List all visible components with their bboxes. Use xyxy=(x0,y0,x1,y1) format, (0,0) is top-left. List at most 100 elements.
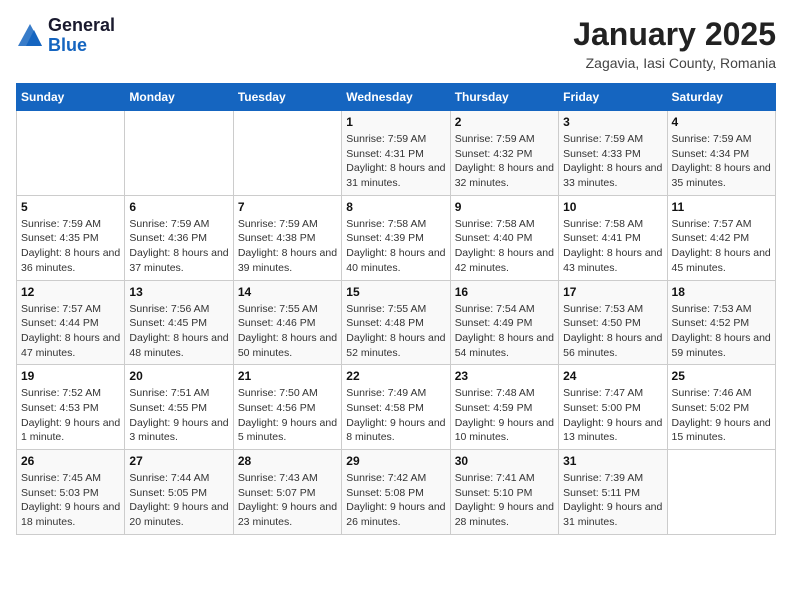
week-row-3: 12Sunrise: 7:57 AMSunset: 4:44 PMDayligh… xyxy=(17,280,776,365)
day-info: Sunrise: 7:56 AMSunset: 4:45 PMDaylight:… xyxy=(129,302,228,361)
day-number: 17 xyxy=(563,285,662,299)
day-info: Sunrise: 7:55 AMSunset: 4:46 PMDaylight:… xyxy=(238,302,337,361)
day-number: 29 xyxy=(346,454,445,468)
day-number: 8 xyxy=(346,200,445,214)
day-number: 5 xyxy=(21,200,120,214)
day-info: Sunrise: 7:39 AMSunset: 5:11 PMDaylight:… xyxy=(563,471,662,530)
calendar-cell: 16 Sunrise: 7:54 AMSunset: 4:49 PMDayligh… xyxy=(450,280,558,365)
calendar-header: SundayMondayTuesdayWednesdayThursdayFrid… xyxy=(17,84,776,111)
day-info: Sunrise: 7:59 AMSunset: 4:35 PMDaylight:… xyxy=(21,217,120,276)
calendar-cell xyxy=(17,111,125,196)
header-row: SundayMondayTuesdayWednesdayThursdayFrid… xyxy=(17,84,776,111)
day-info: Sunrise: 7:54 AMSunset: 4:49 PMDaylight:… xyxy=(455,302,554,361)
day-info: Sunrise: 7:43 AMSunset: 5:07 PMDaylight:… xyxy=(238,471,337,530)
calendar-cell: 10Sunrise: 7:58 AMSunset: 4:41 PMDayligh… xyxy=(559,195,667,280)
day-info: Sunrise: 7:57 AMSunset: 4:42 PMDaylight:… xyxy=(672,217,771,276)
day-info: Sunrise: 7:59 AMSunset: 4:33 PMDaylight:… xyxy=(563,132,662,191)
day-number: 9 xyxy=(455,200,554,214)
day-info: Sunrise: 7:52 AMSunset: 4:53 PMDaylight:… xyxy=(21,386,120,445)
week-row-5: 26 Sunrise: 7:45 AMSunset: 5:03 PMDayligh… xyxy=(17,450,776,535)
calendar-cell xyxy=(667,450,775,535)
day-number: 18 xyxy=(672,285,771,299)
week-row-1: 1 Sunrise: 7:59 AMSunset: 4:31 PMDaylight… xyxy=(17,111,776,196)
calendar-cell: 30Sunrise: 7:41 AMSunset: 5:10 PMDayligh… xyxy=(450,450,558,535)
calendar-cell: 27 Sunrise: 7:44 AMSunset: 5:05 PMDayligh… xyxy=(125,450,233,535)
day-info: Sunrise: 7:53 AMSunset: 4:52 PMDaylight:… xyxy=(672,302,771,361)
day-info: Sunrise: 7:50 AMSunset: 4:56 PMDaylight:… xyxy=(238,386,337,445)
day-number: 2 xyxy=(455,115,554,129)
calendar-cell: 3 Sunrise: 7:59 AMSunset: 4:33 PMDaylight… xyxy=(559,111,667,196)
week-row-2: 5 Sunrise: 7:59 AMSunset: 4:35 PMDaylight… xyxy=(17,195,776,280)
calendar-cell: 12Sunrise: 7:57 AMSunset: 4:44 PMDayligh… xyxy=(17,280,125,365)
calendar-cell: 8 Sunrise: 7:58 AMSunset: 4:39 PMDaylight… xyxy=(342,195,450,280)
calendar-cell: 6 Sunrise: 7:59 AMSunset: 4:36 PMDaylight… xyxy=(125,195,233,280)
day-number: 28 xyxy=(238,454,337,468)
calendar-cell: 2 Sunrise: 7:59 AMSunset: 4:32 PMDaylight… xyxy=(450,111,558,196)
day-number: 6 xyxy=(129,200,228,214)
calendar-cell: 17 Sunrise: 7:53 AMSunset: 4:50 PMDayligh… xyxy=(559,280,667,365)
day-info: Sunrise: 7:47 AMSunset: 5:00 PMDaylight:… xyxy=(563,386,662,445)
calendar-cell xyxy=(233,111,341,196)
calendar-cell: 23 Sunrise: 7:48 AMSunset: 4:59 PMDayligh… xyxy=(450,365,558,450)
day-info: Sunrise: 7:45 AMSunset: 5:03 PMDaylight:… xyxy=(21,471,120,530)
day-number: 15 xyxy=(346,285,445,299)
week-row-4: 19 Sunrise: 7:52 AMSunset: 4:53 PMDayligh… xyxy=(17,365,776,450)
day-info: Sunrise: 7:44 AMSunset: 5:05 PMDaylight:… xyxy=(129,471,228,530)
calendar-cell: 22Sunrise: 7:49 AMSunset: 4:58 PMDayligh… xyxy=(342,365,450,450)
header-day-sunday: Sunday xyxy=(17,84,125,111)
day-info: Sunrise: 7:59 AMSunset: 4:31 PMDaylight:… xyxy=(346,132,445,191)
day-info: Sunrise: 7:59 AMSunset: 4:36 PMDaylight:… xyxy=(129,217,228,276)
day-info: Sunrise: 7:58 AMSunset: 4:39 PMDaylight:… xyxy=(346,217,445,276)
calendar-cell: 1 Sunrise: 7:59 AMSunset: 4:31 PMDaylight… xyxy=(342,111,450,196)
day-number: 20 xyxy=(129,369,228,383)
header-day-thursday: Thursday xyxy=(450,84,558,111)
day-number: 26 xyxy=(21,454,120,468)
calendar-cell: 9Sunrise: 7:58 AMSunset: 4:40 PMDaylight… xyxy=(450,195,558,280)
day-number: 27 xyxy=(129,454,228,468)
calendar-cell xyxy=(125,111,233,196)
calendar-cell: 24 Sunrise: 7:47 AMSunset: 5:00 PMDayligh… xyxy=(559,365,667,450)
calendar-cell: 29 Sunrise: 7:42 AMSunset: 5:08 PMDayligh… xyxy=(342,450,450,535)
day-info: Sunrise: 7:42 AMSunset: 5:08 PMDaylight:… xyxy=(346,471,445,530)
calendar-table: SundayMondayTuesdayWednesdayThursdayFrid… xyxy=(16,83,776,535)
calendar-cell: 28 Sunrise: 7:43 AMSunset: 5:07 PMDayligh… xyxy=(233,450,341,535)
day-number: 19 xyxy=(21,369,120,383)
day-number: 12 xyxy=(21,285,120,299)
day-number: 13 xyxy=(129,285,228,299)
day-info: Sunrise: 7:41 AMSunset: 5:10 PMDaylight:… xyxy=(455,471,554,530)
day-info: Sunrise: 7:51 AMSunset: 4:55 PMDaylight:… xyxy=(129,386,228,445)
calendar-body: 1 Sunrise: 7:59 AMSunset: 4:31 PMDaylight… xyxy=(17,111,776,535)
calendar-cell: 13 Sunrise: 7:56 AMSunset: 4:45 PMDayligh… xyxy=(125,280,233,365)
logo: General Blue xyxy=(16,16,115,56)
day-info: Sunrise: 7:59 AMSunset: 4:38 PMDaylight:… xyxy=(238,217,337,276)
day-number: 21 xyxy=(238,369,337,383)
calendar-cell: 31Sunrise: 7:39 AMSunset: 5:11 PMDayligh… xyxy=(559,450,667,535)
day-number: 24 xyxy=(563,369,662,383)
calendar-cell: 4Sunrise: 7:59 AMSunset: 4:34 PMDaylight… xyxy=(667,111,775,196)
day-number: 16 xyxy=(455,285,554,299)
calendar-cell: 18 Sunrise: 7:53 AMSunset: 4:52 PMDayligh… xyxy=(667,280,775,365)
day-info: Sunrise: 7:55 AMSunset: 4:48 PMDaylight:… xyxy=(346,302,445,361)
header-day-wednesday: Wednesday xyxy=(342,84,450,111)
month-title: January 2025 xyxy=(573,16,776,53)
day-info: Sunrise: 7:59 AMSunset: 4:32 PMDaylight:… xyxy=(455,132,554,191)
calendar-cell: 21 Sunrise: 7:50 AMSunset: 4:56 PMDayligh… xyxy=(233,365,341,450)
calendar-cell: 7Sunrise: 7:59 AMSunset: 4:38 PMDaylight… xyxy=(233,195,341,280)
calendar-cell: 20 Sunrise: 7:51 AMSunset: 4:55 PMDayligh… xyxy=(125,365,233,450)
calendar-cell: 5 Sunrise: 7:59 AMSunset: 4:35 PMDaylight… xyxy=(17,195,125,280)
day-number: 1 xyxy=(346,115,445,129)
logo-text: General Blue xyxy=(48,16,115,56)
day-number: 23 xyxy=(455,369,554,383)
calendar-cell: 25Sunrise: 7:46 AMSunset: 5:02 PMDayligh… xyxy=(667,365,775,450)
day-info: Sunrise: 7:58 AMSunset: 4:41 PMDaylight:… xyxy=(563,217,662,276)
title-block: January 2025 Zagavia, Iasi County, Roman… xyxy=(573,16,776,71)
day-number: 3 xyxy=(563,115,662,129)
day-info: Sunrise: 7:49 AMSunset: 4:58 PMDaylight:… xyxy=(346,386,445,445)
header-day-tuesday: Tuesday xyxy=(233,84,341,111)
calendar-cell: 11Sunrise: 7:57 AMSunset: 4:42 PMDayligh… xyxy=(667,195,775,280)
day-info: Sunrise: 7:48 AMSunset: 4:59 PMDaylight:… xyxy=(455,386,554,445)
day-info: Sunrise: 7:53 AMSunset: 4:50 PMDaylight:… xyxy=(563,302,662,361)
calendar-cell: 15 Sunrise: 7:55 AMSunset: 4:48 PMDayligh… xyxy=(342,280,450,365)
header-day-saturday: Saturday xyxy=(667,84,775,111)
logo-blue: Blue xyxy=(48,35,87,55)
